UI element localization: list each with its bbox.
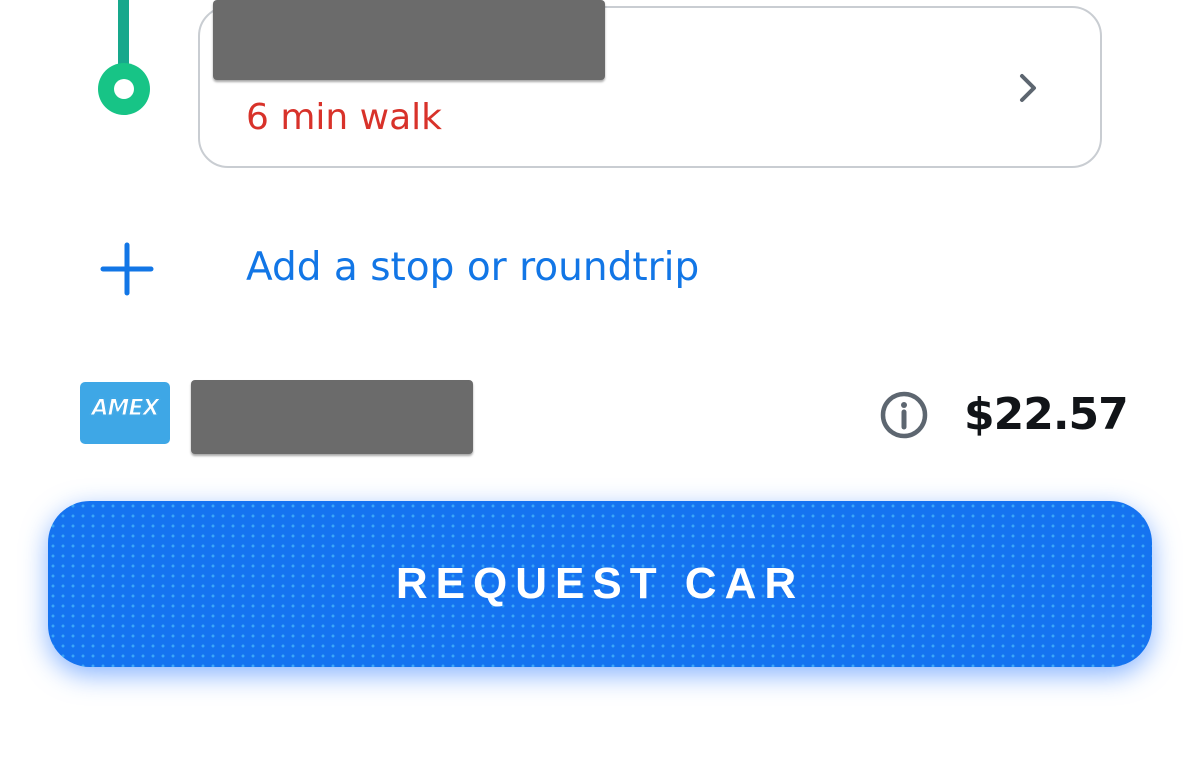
route-line xyxy=(118,0,129,70)
add-stop-label: Add a stop or roundtrip xyxy=(246,245,700,290)
destination-dot-center xyxy=(114,79,134,99)
chevron-right-icon[interactable] xyxy=(1008,68,1048,108)
redacted-card-number xyxy=(191,380,473,454)
info-icon[interactable] xyxy=(879,390,929,440)
walk-time-label: 6 min walk xyxy=(246,97,443,138)
plus-icon xyxy=(100,242,154,296)
fare-price: $22.57 xyxy=(964,389,1129,440)
destination-dot-icon xyxy=(98,63,150,115)
redacted-destination-name xyxy=(213,0,605,80)
ride-request-screen: 6 min walk Add a stop or roundtrip AMEX … xyxy=(0,0,1200,758)
request-car-button[interactable]: REQUEST CAR xyxy=(48,501,1152,667)
card-brand-label: AMEX xyxy=(91,396,160,422)
request-car-label: REQUEST CAR xyxy=(395,559,805,608)
amex-card-icon[interactable]: AMEX xyxy=(80,382,170,444)
add-stop-button[interactable]: Add a stop or roundtrip xyxy=(80,230,780,310)
